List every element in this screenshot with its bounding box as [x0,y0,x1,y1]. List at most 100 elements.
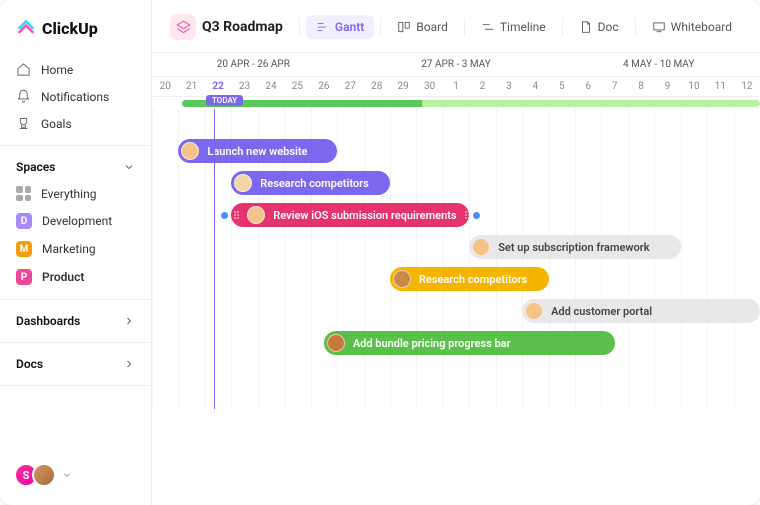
task-bar[interactable]: Research competitors [231,171,390,195]
task-bar[interactable]: Add bundle pricing progress bar [324,331,615,355]
day-cell: 29 [390,77,416,96]
avatar [32,463,56,487]
tab-doc[interactable]: Doc [569,15,629,39]
task-label: Research competitors [260,177,368,190]
brand-name: ClickUp [42,19,98,38]
space-development-label: Development [42,214,112,228]
progress-row: TODAY [152,97,760,109]
tab-gantt[interactable]: Gantt [306,15,374,39]
day-cell: 26 [311,77,337,96]
clickup-logo-icon [16,18,36,38]
today-indicator: TODAY [206,95,243,106]
day-cell: 30 [416,77,442,96]
task-label: Add bundle pricing progress bar [353,337,511,350]
space-product[interactable]: P Product [0,263,151,291]
week-label: 4 MAY - 10 MAY [557,53,760,76]
week-label: 27 APR - 3 MAY [355,53,558,76]
chevron-right-icon [123,315,135,327]
chevron-down-icon [62,470,72,480]
day-cell: 4 [522,77,548,96]
bell-icon [16,89,31,104]
tab-board-label: Board [416,20,448,34]
space-badge-m: M [16,241,32,257]
tab-timeline[interactable]: Timeline [471,15,556,39]
gantt-view: 20 APR - 26 APR 27 APR - 3 MAY 4 MAY - 1… [152,53,760,505]
avatar [247,206,265,224]
task-label: Review iOS submission requirements [273,209,456,222]
nav-goals[interactable]: Goals [0,110,151,137]
tab-board[interactable]: Board [387,15,458,39]
day-cell: 2 [469,77,495,96]
doc-icon [579,20,593,34]
day-cell: 11 [707,77,733,96]
folder-icon [170,14,196,40]
nav-notifications[interactable]: Notifications [0,83,151,110]
nav-home-label: Home [41,63,73,77]
day-cell: 3 [496,77,522,96]
nav-goals-label: Goals [41,117,72,131]
today-line [214,109,215,409]
day-cell: 6 [575,77,601,96]
task-label: Add customer portal [551,305,652,318]
chevron-right-icon [123,358,135,370]
dashboards-label: Dashboards [16,314,80,328]
whiteboard-icon [652,20,666,34]
day-cell: 21 [178,77,204,96]
week-label: 20 APR - 26 APR [152,53,355,76]
tab-timeline-label: Timeline [500,20,546,34]
spaces-section-header[interactable]: Spaces [0,154,151,180]
nav-home[interactable]: Home [0,56,151,83]
docs-section-header[interactable]: Docs [0,351,151,377]
tab-whiteboard[interactable]: Whiteboard [642,15,742,39]
avatar [472,238,490,256]
day-cell: 22 [205,77,231,96]
day-cell: 20 [152,77,178,96]
grid-icon [16,186,31,201]
dependency-dot[interactable] [473,212,480,219]
task-label: Research competitors [419,273,527,286]
day-cell: 28 [364,77,390,96]
task-label: Launch new website [207,145,307,158]
avatar [234,174,252,192]
day-cell: 12 [734,77,760,96]
day-cell: 24 [258,77,284,96]
trophy-icon [16,116,31,131]
day-cell: 1 [443,77,469,96]
avatar [393,270,411,288]
day-cell: 7 [601,77,627,96]
task-bar[interactable]: Launch new website [178,139,337,163]
space-product-label: Product [42,270,84,284]
day-cell: 8 [628,77,654,96]
drag-handle-icon[interactable] [234,211,239,219]
task-bar[interactable]: Review iOS submission requirements [231,203,469,227]
sidebar: ClickUp Home Notifications Goals Spaces … [0,0,152,505]
chevron-down-icon [123,161,135,173]
user-avatar-stack[interactable]: S [14,463,72,487]
avatar [181,142,199,160]
task-label: Set up subscription framework [498,241,649,254]
dashboards-section-header[interactable]: Dashboards [0,308,151,334]
nav-notifications-label: Notifications [41,90,109,104]
dependency-dot[interactable] [221,212,228,219]
day-cell: 23 [231,77,257,96]
task-bar[interactable]: Research competitors [390,267,549,291]
avatar [525,302,543,320]
day-cell: 10 [681,77,707,96]
day-header: 2021222324252627282930123456789101112 [152,77,760,97]
space-development[interactable]: D Development [0,207,151,235]
timeline-icon [481,20,495,34]
space-marketing[interactable]: M Marketing [0,235,151,263]
week-header: 20 APR - 26 APR 27 APR - 3 MAY 4 MAY - 1… [152,53,760,77]
space-marketing-label: Marketing [42,242,96,256]
tab-whiteboard-label: Whiteboard [671,20,732,34]
page-title: Q3 Roadmap [202,19,283,35]
brand-logo[interactable]: ClickUp [0,18,151,56]
space-everything[interactable]: Everything [0,180,151,207]
task-bar[interactable]: Add customer portal [522,299,760,323]
gantt-bars: Launch new website Research competitors Re… [152,109,760,409]
task-bar[interactable]: Set up subscription framework [469,235,680,259]
page-header: Q3 Roadmap Gantt Board Timeline Doc Whit… [152,0,760,53]
day-cell: 25 [284,77,310,96]
home-icon [16,62,31,77]
drag-handle-icon[interactable] [465,211,470,219]
